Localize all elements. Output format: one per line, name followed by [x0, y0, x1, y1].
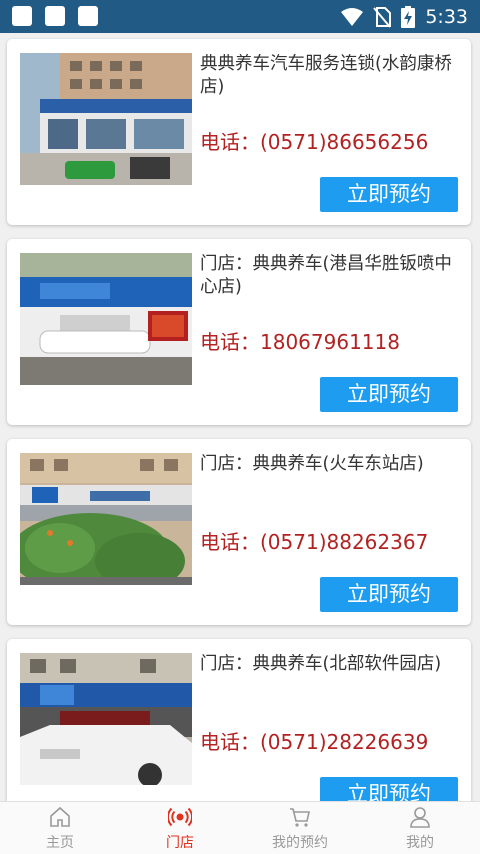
store-photo — [20, 253, 192, 385]
book-now-button[interactable]: 立即预约 — [320, 777, 458, 801]
bottom-tab-bar: 主页 门店 我的预约 我的 — [0, 801, 480, 854]
store-list[interactable]: 典典养车汽车服务连锁(水韵康桥店) 电话：(0571)86656256 立即预约… — [0, 33, 480, 801]
store-card[interactable]: 门店：典典养车(港昌华胜钣喷中心店) 电话：18067961118 立即预约 — [7, 239, 471, 425]
home-icon — [50, 806, 70, 827]
store-phone[interactable]: 电话：(0571)86656256 — [200, 126, 428, 155]
wifi-icon — [341, 7, 364, 26]
tab-home[interactable]: 主页 — [0, 802, 120, 854]
store-photo — [20, 453, 192, 585]
store-phone[interactable]: 电话：(0571)28226639 — [200, 726, 428, 755]
book-now-button[interactable]: 立即预约 — [320, 177, 458, 212]
clock: 5:33 — [425, 5, 468, 28]
store-name: 门店：典典养车(火车东站店) — [200, 454, 424, 474]
store-card[interactable]: 典典养车汽车服务连锁(水韵康桥店) 电话：(0571)86656256 立即预约 — [7, 39, 471, 225]
store-name: 门店：典典养车(港昌华胜钣喷中心店) — [200, 254, 452, 297]
tab-label: 门店 — [166, 835, 194, 851]
store-phone[interactable]: 电话：(0571)88262367 — [200, 526, 428, 555]
store-photo — [20, 653, 192, 785]
store-card[interactable]: 门店：典典养车(北部软件园店) 电话：(0571)28226639 立即预约 — [7, 639, 471, 801]
book-now-button[interactable]: 立即预约 — [320, 377, 458, 412]
notification-icon — [45, 6, 65, 26]
no-sim-icon — [373, 6, 392, 28]
notification-icon — [12, 6, 32, 26]
status-bar: 5:33 — [0, 0, 480, 33]
notification-icon — [78, 6, 98, 26]
tab-label: 主页 — [46, 835, 74, 851]
user-icon — [410, 807, 430, 828]
tab-label: 我的预约 — [272, 835, 328, 851]
book-now-button[interactable]: 立即预约 — [320, 577, 458, 612]
store-name: 门店：典典养车(北部软件园店) — [200, 654, 442, 674]
broadcast-icon — [168, 807, 192, 827]
battery-charging-icon — [401, 5, 416, 28]
store-photo — [20, 53, 192, 185]
tab-label: 我的 — [406, 835, 434, 851]
cart-icon — [290, 808, 310, 827]
tab-stores[interactable]: 门店 — [120, 802, 240, 854]
store-card[interactable]: 门店：典典养车(火车东站店) 电话：(0571)88262367 立即预约 — [7, 439, 471, 625]
tab-me[interactable]: 我的 — [360, 802, 480, 854]
store-phone[interactable]: 电话：18067961118 — [200, 326, 400, 355]
tab-my-bookings[interactable]: 我的预约 — [240, 802, 360, 854]
store-name: 典典养车汽车服务连锁(水韵康桥店) — [200, 54, 452, 97]
